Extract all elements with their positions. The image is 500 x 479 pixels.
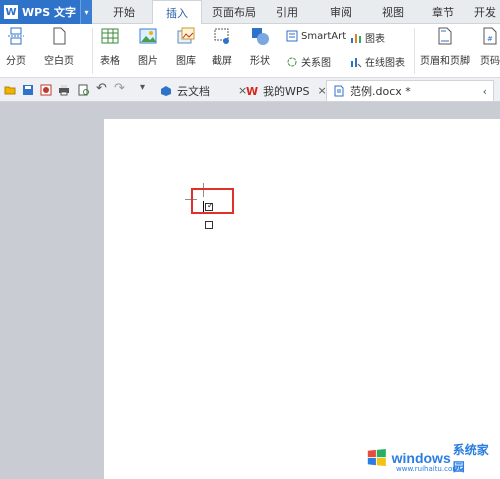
document-icon <box>334 85 344 97</box>
save-icon[interactable] <box>22 84 34 96</box>
blank-page-button[interactable]: 空白页 <box>44 26 74 67</box>
blank-page-icon <box>53 27 66 45</box>
shape-button[interactable]: 形状 <box>250 26 270 67</box>
checkbox-unchecked[interactable] <box>205 221 213 229</box>
gallery-button[interactable]: 图库 <box>176 26 196 67</box>
smartart-button[interactable]: SmartArt <box>286 30 346 42</box>
tab-view[interactable]: 视图 <box>372 0 414 24</box>
online-chart-label: 在线图表 <box>365 58 405 69</box>
shape-icon <box>252 28 269 45</box>
windows-logo-icon <box>367 448 386 467</box>
screenshot-label: 截屏 <box>212 56 232 67</box>
tab-document-label: 范例.docx * <box>350 85 411 98</box>
print-preview-icon[interactable] <box>78 84 90 96</box>
smartart-icon <box>286 30 298 42</box>
chevron-down-icon[interactable]: ▾ <box>80 0 92 24</box>
ribbon-divider <box>414 28 415 74</box>
table-label: 表格 <box>100 56 120 67</box>
tab-home[interactable]: 开始 <box>100 0 148 24</box>
picture-icon <box>139 28 157 44</box>
picture-button[interactable]: 图片 <box>138 26 158 67</box>
tab-references[interactable]: 引用 <box>266 0 308 24</box>
page-number-icon: # <box>483 27 497 45</box>
tab-insert[interactable]: 插入 <box>152 0 202 25</box>
relation-chart-button[interactable]: 关系图 <box>286 54 331 69</box>
customize-dropdown-icon[interactable]: ▾ <box>140 82 152 94</box>
page-break-button[interactable]: 分页 <box>6 26 26 67</box>
table-button[interactable]: 表格 <box>100 26 120 67</box>
wps-logo-icon: W <box>4 5 18 19</box>
app-name: WPS 文字 <box>22 6 76 19</box>
highlight-annotation-box <box>191 188 234 214</box>
blank-page-label: 空白页 <box>44 56 74 67</box>
chart-icon <box>351 33 361 43</box>
header-footer-icon <box>438 27 452 45</box>
tab-review[interactable]: 审阅 <box>320 0 362 24</box>
more-tabs-icon[interactable]: ‹ <box>483 85 487 98</box>
gallery-label: 图库 <box>176 56 196 67</box>
online-chart-button[interactable]: 在线图表 <box>350 54 405 69</box>
svg-text:#: # <box>487 35 493 43</box>
document-page[interactable] <box>104 119 500 479</box>
ribbon: 分页 空白页 表格 图片 图库 截屏 形状 SmartArt 图表 关系图 在线… <box>0 24 500 78</box>
screenshot-icon <box>214 28 229 44</box>
relation-chart-label: 关系图 <box>301 58 331 69</box>
watermark-subtext: 系统家园 <box>452 443 489 474</box>
screenshot-button[interactable]: 截屏 <box>212 26 232 67</box>
smartart-label: SmartArt <box>301 30 347 42</box>
menu-bar: W WPS 文字 ▾ 开始 插入 页面布局 引用 审阅 视图 章节 开发 <box>0 0 500 25</box>
chart-button[interactable]: 图表 <box>350 30 385 45</box>
tab-cloud-docs[interactable]: 云文档 × <box>160 80 247 101</box>
redo-icon[interactable]: ↷ <box>114 81 126 96</box>
gallery-icon <box>177 27 195 44</box>
header-footer-button[interactable]: 页眉和页脚 <box>420 26 470 67</box>
online-chart-icon <box>351 57 362 67</box>
watermark-url: www.ruihaitu.com <box>396 465 460 473</box>
header-footer-label: 页眉和页脚 <box>420 56 470 67</box>
open-folder-icon[interactable] <box>4 84 16 96</box>
print-icon[interactable] <box>58 84 70 96</box>
relation-chart-icon <box>287 57 297 66</box>
page-break-label: 分页 <box>6 56 26 67</box>
table-icon <box>101 28 119 44</box>
tab-document[interactable]: 范例.docx * ‹ <box>326 80 494 101</box>
app-menu-button[interactable]: W WPS 文字 ▾ <box>0 0 92 24</box>
tab-page-layout[interactable]: 页面布局 <box>204 0 264 24</box>
shape-label: 形状 <box>250 56 270 67</box>
tab-my-wps[interactable]: W 我的WPS × <box>246 80 327 101</box>
page-number-label: 页码 <box>480 56 500 67</box>
page-break-icon <box>8 27 24 45</box>
tab-my-wps-label: 我的WPS <box>263 84 310 98</box>
page-number-button[interactable]: # 页码 <box>480 26 500 67</box>
watermark: windows 系统家园 www.ruihaitu.com <box>366 441 496 475</box>
ribbon-divider <box>92 28 93 74</box>
chart-label: 图表 <box>365 34 385 45</box>
svg-text:W: W <box>246 85 258 97</box>
export-pdf-icon[interactable] <box>40 84 52 96</box>
tab-developer[interactable]: 开发 <box>470 0 500 24</box>
cloud-docs-icon <box>161 85 171 96</box>
undo-icon[interactable]: ↶ <box>96 81 108 96</box>
picture-label: 图片 <box>138 56 158 67</box>
wps-w-icon: W <box>246 85 258 97</box>
tab-chapter[interactable]: 章节 <box>422 0 464 24</box>
tab-cloud-docs-label: 云文档 <box>177 84 210 98</box>
quick-access-bar: ↶ ↷ ▾ 云文档 × W 我的WPS × 范例.docx * ‹ <box>0 78 500 102</box>
watermark-text: windows <box>391 450 451 466</box>
